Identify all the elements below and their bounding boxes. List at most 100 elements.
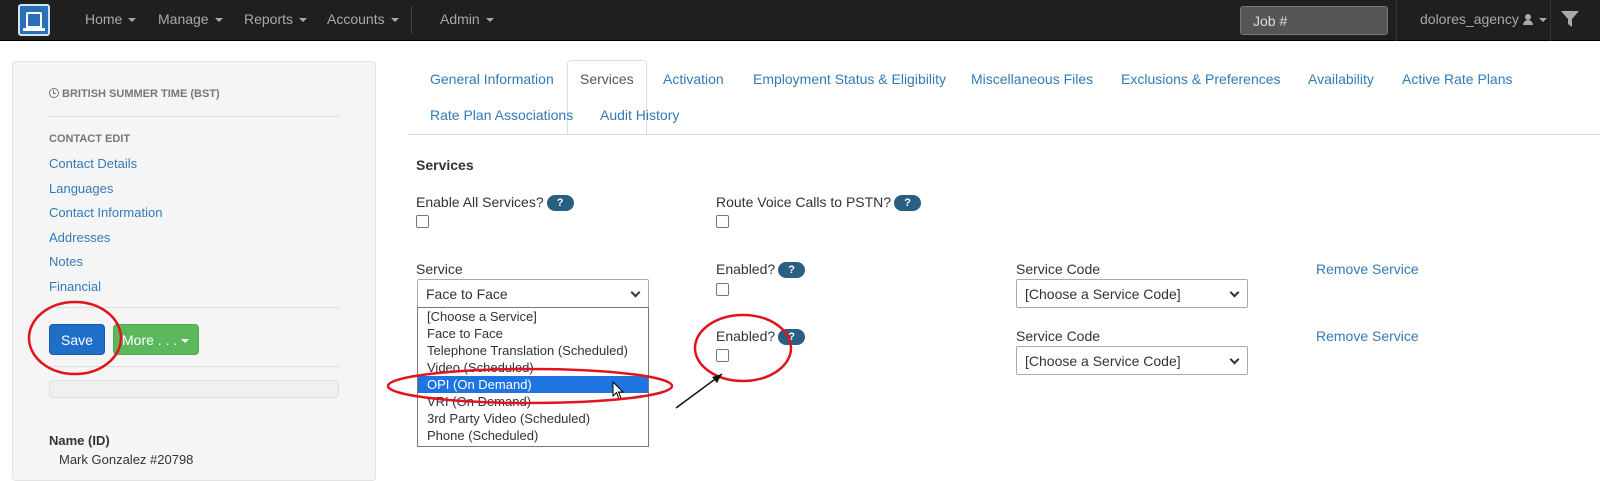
- mouse-cursor-icon: [612, 381, 625, 400]
- route-voice-checkbox[interactable]: [716, 215, 729, 228]
- section-title: Services: [416, 157, 474, 173]
- service-code-label: Service Code: [1016, 261, 1101, 277]
- tab-activation[interactable]: Activation: [663, 71, 724, 87]
- save-button[interactable]: Save: [49, 324, 105, 355]
- nav-home-label: Home: [85, 11, 123, 27]
- chevron-down-icon: [1538, 18, 1547, 22]
- help-badge[interactable]: ?: [778, 329, 806, 345]
- dropdown-option[interactable]: Telephone Translation (Scheduled): [418, 342, 648, 359]
- remove-service-link[interactable]: Remove Service: [1316, 261, 1419, 277]
- more-button-label: More . . .: [122, 331, 178, 348]
- enabled-text: Enabled?: [716, 261, 776, 277]
- service-select-value: Face to Face: [426, 286, 508, 302]
- dropdown-option[interactable]: Video (Scheduled): [418, 359, 648, 376]
- enabled-label: Enabled??: [716, 261, 806, 278]
- chevron-down-icon: [299, 18, 308, 22]
- timezone-text: BRITISH SUMMER TIME (BST): [62, 88, 220, 100]
- annotation-arrowhead: [712, 374, 722, 383]
- remove-service-link[interactable]: Remove Service: [1316, 328, 1419, 344]
- dropdown-option[interactable]: Phone (Scheduled): [418, 427, 648, 444]
- service-select[interactable]: Face to Face: [417, 279, 649, 308]
- help-badge[interactable]: ?: [778, 262, 806, 278]
- chevron-down-icon: [1229, 354, 1240, 365]
- chevron-down-icon: [214, 18, 223, 22]
- enabled-text: Enabled?: [716, 328, 776, 344]
- dropdown-option[interactable]: [Choose a Service]: [418, 308, 648, 325]
- sidebar-item-contact-information[interactable]: Contact Information: [49, 205, 162, 220]
- service-code-label: Service Code: [1016, 328, 1101, 344]
- sidebar-item-contact-details[interactable]: Contact Details: [49, 156, 137, 171]
- nav-divider: [1550, 0, 1551, 41]
- chevron-down-icon: [128, 18, 137, 22]
- enabled-checkbox[interactable]: [716, 349, 729, 362]
- enabled-checkbox[interactable]: [716, 283, 729, 296]
- service-label: Service: [416, 261, 463, 277]
- help-badge[interactable]: ?: [546, 195, 574, 211]
- nav-accounts-label: Accounts: [327, 11, 385, 27]
- chevron-down-icon: [390, 18, 399, 22]
- help-badge[interactable]: ?: [894, 195, 922, 211]
- tab-miscellaneous-files[interactable]: Miscellaneous Files: [971, 71, 1093, 87]
- tab-employment-status[interactable]: Employment Status & Eligibility: [753, 71, 946, 87]
- chevron-down-icon: [630, 287, 641, 298]
- user-menu[interactable]: dolores_agency: [1420, 11, 1547, 27]
- service-code-select[interactable]: [Choose a Service Code]: [1016, 346, 1248, 375]
- enabled-label: Enabled??: [716, 328, 806, 345]
- top-navbar: Home Manage Reports Accounts Admin dolor…: [0, 0, 1600, 41]
- nav-home[interactable]: Home: [85, 11, 137, 27]
- tab-underline: [408, 134, 1600, 135]
- annotation-circle-checkbox: [693, 313, 793, 383]
- annotation-arrow: [675, 373, 723, 409]
- job-number-input[interactable]: [1240, 6, 1388, 35]
- dropdown-option[interactable]: Face to Face: [418, 325, 648, 342]
- nav-divider: [1396, 0, 1397, 41]
- nav-reports[interactable]: Reports: [244, 11, 308, 27]
- user-icon: [1522, 14, 1533, 25]
- nav-admin-label: Admin: [440, 11, 480, 27]
- filter-icon[interactable]: [1560, 9, 1580, 29]
- service-code-value: [Choose a Service Code]: [1025, 286, 1181, 302]
- enable-all-checkbox[interactable]: [416, 215, 429, 228]
- more-button[interactable]: More . . .: [113, 324, 199, 355]
- chevron-down-icon: [1229, 287, 1240, 298]
- clock-icon: [49, 88, 59, 98]
- tab-services[interactable]: Services: [567, 60, 647, 135]
- route-voice-text: Route Voice Calls to PSTN?: [716, 194, 892, 210]
- chevron-down-icon: [181, 338, 190, 343]
- service-code-value: [Choose a Service Code]: [1025, 353, 1181, 369]
- app-logo-icon[interactable]: [18, 4, 50, 36]
- divider: [49, 307, 339, 308]
- nav-accounts[interactable]: Accounts: [327, 11, 399, 27]
- tab-active-rate-plans[interactable]: Active Rate Plans: [1402, 71, 1513, 87]
- nav-manage-label: Manage: [158, 11, 209, 27]
- nav-admin[interactable]: Admin: [440, 11, 494, 27]
- name-label: Name (ID): [49, 433, 110, 448]
- name-value: Mark Gonzalez #20798: [59, 452, 194, 467]
- tab-audit-history[interactable]: Audit History: [600, 107, 679, 123]
- sidebar-item-financial[interactable]: Financial: [49, 279, 101, 294]
- divider: [49, 366, 339, 367]
- route-voice-label: Route Voice Calls to PSTN??: [716, 194, 922, 211]
- service-code-select[interactable]: [Choose a Service Code]: [1016, 279, 1248, 308]
- sidebar-item-languages[interactable]: Languages: [49, 181, 113, 196]
- username: dolores_agency: [1420, 11, 1519, 27]
- tab-availability[interactable]: Availability: [1308, 71, 1374, 87]
- divider: [49, 116, 339, 117]
- nav-manage[interactable]: Manage: [158, 11, 223, 27]
- sidebar-item-notes[interactable]: Notes: [49, 254, 83, 269]
- tab-exclusions-preferences[interactable]: Exclusions & Preferences: [1121, 71, 1281, 87]
- dropdown-option[interactable]: 3rd Party Video (Scheduled): [418, 410, 648, 427]
- sidebar-section-heading: CONTACT EDIT: [49, 133, 131, 145]
- enable-all-text: Enable All Services?: [416, 194, 544, 210]
- enable-all-label: Enable All Services??: [416, 194, 574, 211]
- service-dropdown-list: [Choose a Service] Face to Face Telephon…: [417, 307, 649, 447]
- nav-divider: [411, 6, 412, 34]
- sidebar-item-addresses[interactable]: Addresses: [49, 230, 110, 245]
- tab-general-information[interactable]: General Information: [430, 71, 554, 87]
- sidebar-panel: [12, 61, 376, 481]
- timezone-label: BRITISH SUMMER TIME (BST): [49, 88, 220, 100]
- nav-reports-label: Reports: [244, 11, 294, 27]
- tab-rate-plan-associations[interactable]: Rate Plan Associations: [430, 107, 573, 123]
- chevron-down-icon: [485, 18, 494, 22]
- progress-bar: [49, 380, 339, 398]
